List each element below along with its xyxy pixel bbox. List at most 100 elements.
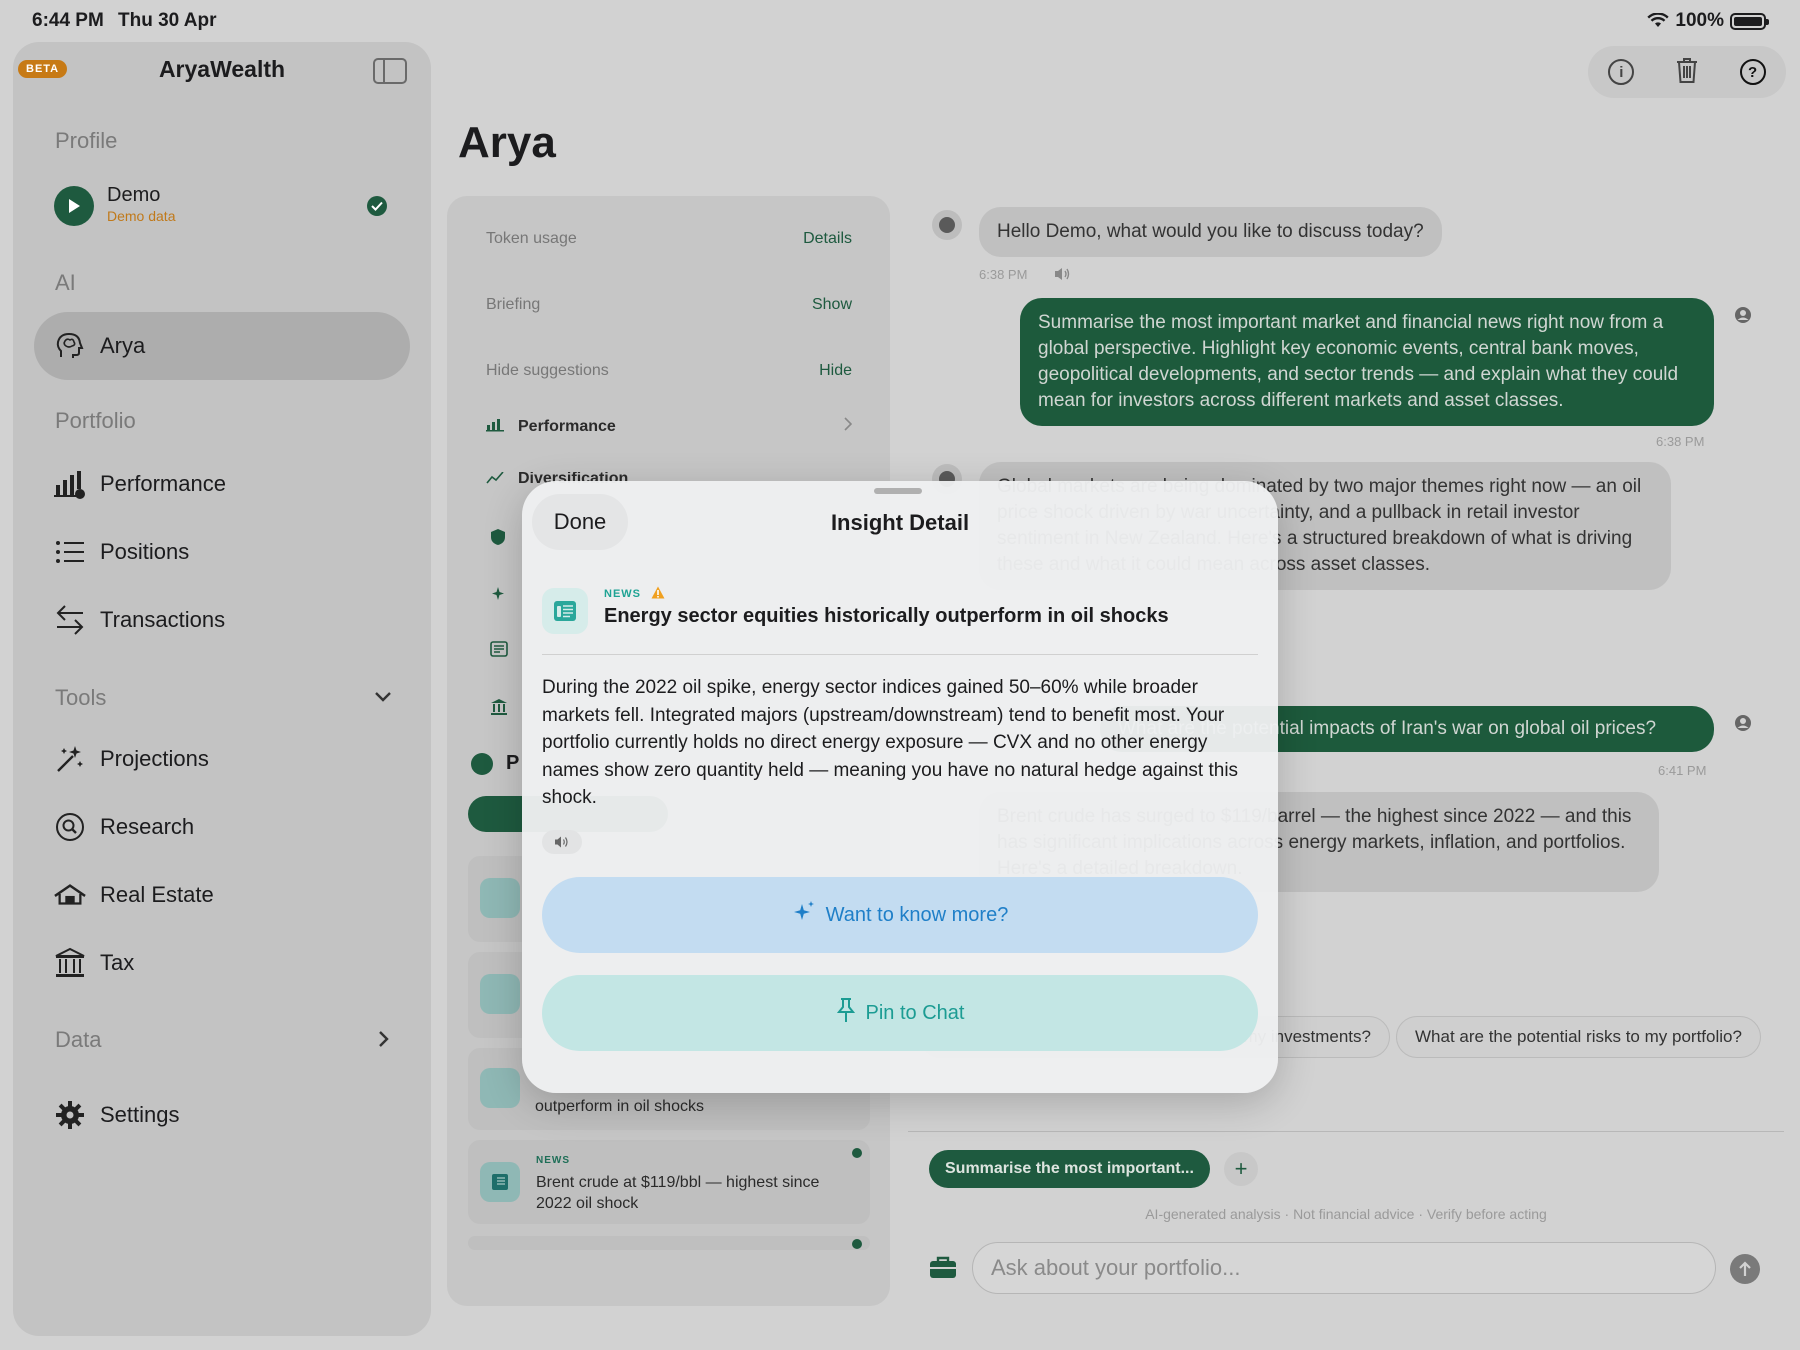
sidebar-item-label: Projections bbox=[100, 746, 209, 771]
insight-card-title: Brent crude at $119/bbl — highest since … bbox=[536, 1174, 820, 1212]
insight-card[interactable]: NEWS Brent crude at $119/bbl — highest s… bbox=[468, 1140, 870, 1224]
suggestion-performance[interactable]: Performance bbox=[486, 416, 853, 437]
gear-icon bbox=[54, 1099, 86, 1131]
section-ai: AI bbox=[55, 270, 76, 295]
beta-badge: BETA bbox=[18, 60, 68, 78]
sidebar-item-label: Settings bbox=[100, 1102, 180, 1127]
battery-icon bbox=[1730, 12, 1769, 30]
hide-suggestions-row: Hide suggestions Hide bbox=[486, 362, 852, 380]
user-message: Summarise the most important market and … bbox=[1020, 298, 1714, 426]
briefing-row: Briefing Show bbox=[486, 296, 852, 314]
search-icon bbox=[54, 811, 86, 843]
sidebar-item-projections[interactable]: Projections bbox=[34, 728, 410, 790]
message-timestamp: 6:38 PM bbox=[1656, 434, 1705, 449]
house-icon bbox=[54, 879, 86, 911]
top-toolbar: i ? bbox=[1588, 46, 1786, 98]
speaker-icon[interactable] bbox=[1054, 266, 1072, 287]
newspaper-icon bbox=[490, 641, 508, 662]
sidebar-item-label: Research bbox=[100, 814, 195, 839]
pin-to-chat-button[interactable]: Pin to Chat bbox=[542, 975, 1258, 1051]
briefing-label: Briefing bbox=[486, 296, 541, 313]
chevron-down-icon[interactable] bbox=[374, 690, 392, 708]
profile-name[interactable]: Demo bbox=[107, 184, 160, 207]
info-icon[interactable]: i bbox=[1608, 59, 1635, 85]
sidebar-item-settings[interactable]: Settings bbox=[34, 1084, 410, 1146]
news-tag: NEWS bbox=[536, 1155, 570, 1166]
unread-dot bbox=[852, 1239, 862, 1249]
section-portfolio: Portfolio bbox=[55, 408, 136, 433]
trash-icon[interactable] bbox=[1675, 56, 1699, 89]
line-chart-icon bbox=[486, 472, 504, 486]
sidebar-item-arya[interactable]: Arya bbox=[34, 312, 410, 380]
insight-tag: NEWS bbox=[604, 586, 665, 602]
done-button[interactable]: Done bbox=[532, 494, 628, 550]
app-title: AryaWealth bbox=[158, 56, 286, 82]
suggestion-chip[interactable]: What are the potential risks to my portf… bbox=[1396, 1016, 1761, 1058]
pinned-context-chip[interactable]: Summarise the most important... bbox=[929, 1150, 1210, 1188]
profile-subtitle: Demo data bbox=[107, 208, 176, 224]
page-title: Arya bbox=[458, 118, 556, 167]
chevron-right-icon[interactable] bbox=[378, 1030, 390, 1053]
sidebar-item-performance[interactable]: Performance bbox=[34, 453, 410, 515]
divider bbox=[908, 1131, 1784, 1132]
sidebar-item-positions[interactable]: Positions bbox=[34, 521, 410, 583]
token-details-link[interactable]: Details bbox=[803, 230, 852, 248]
pin-icon bbox=[836, 997, 856, 1029]
insight-headline: Energy sector equities historically outp… bbox=[604, 605, 1169, 627]
hide-suggestions-label: Hide suggestions bbox=[486, 362, 609, 379]
insight-card[interactable] bbox=[468, 1236, 870, 1250]
user-avatar-icon bbox=[1728, 708, 1758, 738]
briefcase-icon[interactable] bbox=[929, 1255, 957, 1284]
message-timestamp: 6:38 PM bbox=[979, 267, 1028, 282]
sheet-title: Insight Detail bbox=[830, 510, 970, 535]
sidebar-item-tax[interactable]: Tax bbox=[34, 932, 410, 994]
newspaper-icon bbox=[480, 974, 520, 1014]
list-icon bbox=[54, 536, 86, 568]
help-icon[interactable]: ? bbox=[1739, 59, 1766, 85]
chevron-right-icon bbox=[844, 417, 853, 436]
chat-input[interactable]: Ask about your portfolio... bbox=[972, 1242, 1716, 1294]
sidebar-toggle-icon[interactable] bbox=[373, 58, 407, 84]
insight-card-title: outperform in oil shocks bbox=[535, 1098, 704, 1115]
sidebar-item-real-estate[interactable]: Real Estate bbox=[34, 864, 410, 926]
user-avatar-icon bbox=[1728, 300, 1758, 330]
newspaper-icon bbox=[480, 878, 520, 918]
send-button[interactable] bbox=[1730, 1254, 1760, 1284]
hide-suggestions-link[interactable]: Hide bbox=[819, 362, 852, 380]
arrows-left-right-icon bbox=[54, 604, 86, 636]
message-timestamp: 6:41 PM bbox=[1658, 763, 1707, 778]
status-bar: 6:44 PM Thu 30 Apr 100% bbox=[0, 0, 1800, 42]
section-data[interactable]: Data bbox=[55, 1027, 101, 1053]
sidebar-item-research[interactable]: Research bbox=[34, 796, 410, 858]
brain-head-icon bbox=[54, 330, 86, 362]
add-context-button[interactable]: + bbox=[1224, 1152, 1258, 1186]
checkmark-icon bbox=[367, 196, 387, 216]
status-time: 6:44 PM bbox=[32, 10, 104, 31]
newspaper-icon bbox=[480, 1162, 520, 1202]
sheet-grabber[interactable] bbox=[874, 488, 922, 494]
bank-icon bbox=[54, 947, 86, 979]
token-usage-label: Token usage bbox=[486, 230, 577, 247]
unread-dot bbox=[852, 1148, 862, 1158]
sidebar-item-label: Transactions bbox=[100, 607, 226, 632]
section-profile: Profile bbox=[55, 128, 118, 153]
footer-disclaimer: AI-generated analysis · Not financial ad… bbox=[1145, 1206, 1547, 1222]
speaker-icon[interactable] bbox=[542, 830, 582, 854]
section-tools: Tools bbox=[55, 685, 107, 710]
insights-header-initial: P bbox=[506, 752, 520, 774]
sidebar-item-label: Positions bbox=[100, 539, 190, 564]
sidebar-item-label: Performance bbox=[100, 471, 226, 496]
newspaper-icon bbox=[480, 1068, 520, 1108]
news-tag: NEWS bbox=[604, 588, 641, 600]
token-usage-row: Token usage Details bbox=[486, 230, 852, 248]
sidebar-item-label: Arya bbox=[100, 333, 146, 358]
status-date: Thu 30 Apr bbox=[118, 10, 217, 31]
wifi-icon bbox=[1647, 13, 1670, 27]
play-icon[interactable] bbox=[54, 186, 94, 226]
magic-wand-icon bbox=[54, 743, 86, 775]
briefing-show-link[interactable]: Show bbox=[812, 296, 852, 314]
bank-icon bbox=[490, 698, 508, 721]
button-label: Pin to Chat bbox=[865, 1001, 965, 1024]
sidebar-item-transactions[interactable]: Transactions bbox=[34, 589, 410, 651]
want-to-know-more-button[interactable]: Want to know more? bbox=[542, 877, 1258, 953]
